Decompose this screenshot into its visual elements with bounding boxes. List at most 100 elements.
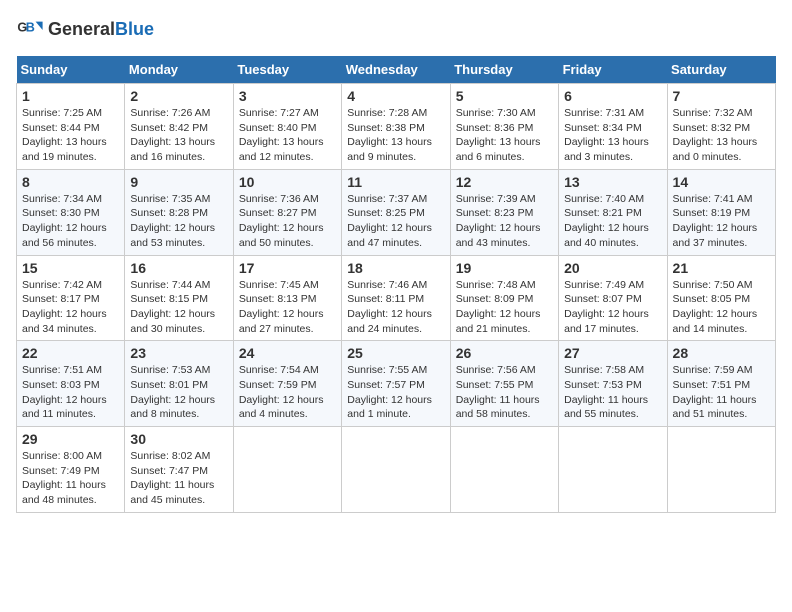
day-info: Sunrise: 7:45 AM Sunset: 8:13 PM Dayligh…: [239, 278, 336, 337]
calendar-day-23: 23 Sunrise: 7:53 AM Sunset: 8:01 PM Dayl…: [125, 341, 233, 427]
day-number: 12: [456, 174, 553, 190]
day-info: Sunrise: 7:54 AM Sunset: 7:59 PM Dayligh…: [239, 363, 336, 422]
weekday-header-row: Sunday Monday Tuesday Wednesday Thursday…: [17, 56, 776, 84]
day-info: Sunrise: 7:37 AM Sunset: 8:25 PM Dayligh…: [347, 192, 444, 251]
svg-text:B: B: [26, 20, 35, 34]
header-wednesday: Wednesday: [342, 56, 450, 84]
day-number: 17: [239, 260, 336, 276]
header-monday: Monday: [125, 56, 233, 84]
calendar-day-3: 3 Sunrise: 7:27 AM Sunset: 8:40 PM Dayli…: [233, 84, 341, 170]
day-info: Sunrise: 7:36 AM Sunset: 8:27 PM Dayligh…: [239, 192, 336, 251]
day-info: Sunrise: 7:41 AM Sunset: 8:19 PM Dayligh…: [673, 192, 770, 251]
day-number: 8: [22, 174, 119, 190]
day-number: 24: [239, 345, 336, 361]
day-number: 30: [130, 431, 227, 447]
day-info: Sunrise: 7:50 AM Sunset: 8:05 PM Dayligh…: [673, 278, 770, 337]
day-number: 19: [456, 260, 553, 276]
calendar-day-19: 19 Sunrise: 7:48 AM Sunset: 8:09 PM Dayl…: [450, 255, 558, 341]
page-header: G B GeneralBlue: [16, 16, 776, 44]
calendar-day-16: 16 Sunrise: 7:44 AM Sunset: 8:15 PM Dayl…: [125, 255, 233, 341]
empty-cell: [342, 427, 450, 513]
day-number: 15: [22, 260, 119, 276]
day-info: Sunrise: 7:30 AM Sunset: 8:36 PM Dayligh…: [456, 106, 553, 165]
day-number: 10: [239, 174, 336, 190]
calendar-day-11: 11 Sunrise: 7:37 AM Sunset: 8:25 PM Dayl…: [342, 169, 450, 255]
day-info: Sunrise: 7:58 AM Sunset: 7:53 PM Dayligh…: [564, 363, 661, 422]
day-info: Sunrise: 7:26 AM Sunset: 8:42 PM Dayligh…: [130, 106, 227, 165]
day-number: 13: [564, 174, 661, 190]
calendar-day-4: 4 Sunrise: 7:28 AM Sunset: 8:38 PM Dayli…: [342, 84, 450, 170]
calendar-week-5: 29 Sunrise: 8:00 AM Sunset: 7:49 PM Dayl…: [17, 427, 776, 513]
calendar-day-29: 29 Sunrise: 8:00 AM Sunset: 7:49 PM Dayl…: [17, 427, 125, 513]
day-info: Sunrise: 8:02 AM Sunset: 7:47 PM Dayligh…: [130, 449, 227, 508]
day-number: 11: [347, 174, 444, 190]
day-info: Sunrise: 7:35 AM Sunset: 8:28 PM Dayligh…: [130, 192, 227, 251]
calendar-day-28: 28 Sunrise: 7:59 AM Sunset: 7:51 PM Dayl…: [667, 341, 775, 427]
calendar-week-2: 8 Sunrise: 7:34 AM Sunset: 8:30 PM Dayli…: [17, 169, 776, 255]
day-number: 21: [673, 260, 770, 276]
calendar-day-30: 30 Sunrise: 8:02 AM Sunset: 7:47 PM Dayl…: [125, 427, 233, 513]
day-info: Sunrise: 7:44 AM Sunset: 8:15 PM Dayligh…: [130, 278, 227, 337]
day-number: 1: [22, 88, 119, 104]
calendar-day-13: 13 Sunrise: 7:40 AM Sunset: 8:21 PM Dayl…: [559, 169, 667, 255]
day-info: Sunrise: 7:25 AM Sunset: 8:44 PM Dayligh…: [22, 106, 119, 165]
calendar-day-17: 17 Sunrise: 7:45 AM Sunset: 8:13 PM Dayl…: [233, 255, 341, 341]
calendar-day-15: 15 Sunrise: 7:42 AM Sunset: 8:17 PM Dayl…: [17, 255, 125, 341]
day-number: 18: [347, 260, 444, 276]
day-info: Sunrise: 7:32 AM Sunset: 8:32 PM Dayligh…: [673, 106, 770, 165]
day-info: Sunrise: 7:28 AM Sunset: 8:38 PM Dayligh…: [347, 106, 444, 165]
calendar-week-1: 1 Sunrise: 7:25 AM Sunset: 8:44 PM Dayli…: [17, 84, 776, 170]
day-info: Sunrise: 7:46 AM Sunset: 8:11 PM Dayligh…: [347, 278, 444, 337]
calendar-week-4: 22 Sunrise: 7:51 AM Sunset: 8:03 PM Dayl…: [17, 341, 776, 427]
header-thursday: Thursday: [450, 56, 558, 84]
day-info: Sunrise: 7:51 AM Sunset: 8:03 PM Dayligh…: [22, 363, 119, 422]
day-number: 29: [22, 431, 119, 447]
day-number: 3: [239, 88, 336, 104]
empty-cell: [667, 427, 775, 513]
day-info: Sunrise: 7:31 AM Sunset: 8:34 PM Dayligh…: [564, 106, 661, 165]
header-friday: Friday: [559, 56, 667, 84]
calendar-day-27: 27 Sunrise: 7:58 AM Sunset: 7:53 PM Dayl…: [559, 341, 667, 427]
day-info: Sunrise: 7:59 AM Sunset: 7:51 PM Dayligh…: [673, 363, 770, 422]
logo-text: GeneralBlue: [48, 20, 154, 40]
empty-cell: [233, 427, 341, 513]
day-number: 22: [22, 345, 119, 361]
logo: G B GeneralBlue: [16, 16, 154, 44]
day-number: 5: [456, 88, 553, 104]
logo-icon: G B: [16, 16, 44, 44]
calendar-day-20: 20 Sunrise: 7:49 AM Sunset: 8:07 PM Dayl…: [559, 255, 667, 341]
day-number: 6: [564, 88, 661, 104]
empty-cell: [559, 427, 667, 513]
calendar-day-12: 12 Sunrise: 7:39 AM Sunset: 8:23 PM Dayl…: [450, 169, 558, 255]
day-number: 14: [673, 174, 770, 190]
empty-cell: [450, 427, 558, 513]
day-number: 27: [564, 345, 661, 361]
day-number: 28: [673, 345, 770, 361]
day-number: 25: [347, 345, 444, 361]
calendar-day-1: 1 Sunrise: 7:25 AM Sunset: 8:44 PM Dayli…: [17, 84, 125, 170]
calendar-day-9: 9 Sunrise: 7:35 AM Sunset: 8:28 PM Dayli…: [125, 169, 233, 255]
calendar-day-6: 6 Sunrise: 7:31 AM Sunset: 8:34 PM Dayli…: [559, 84, 667, 170]
calendar-day-22: 22 Sunrise: 7:51 AM Sunset: 8:03 PM Dayl…: [17, 341, 125, 427]
day-info: Sunrise: 7:40 AM Sunset: 8:21 PM Dayligh…: [564, 192, 661, 251]
day-number: 7: [673, 88, 770, 104]
calendar-day-8: 8 Sunrise: 7:34 AM Sunset: 8:30 PM Dayli…: [17, 169, 125, 255]
day-info: Sunrise: 8:00 AM Sunset: 7:49 PM Dayligh…: [22, 449, 119, 508]
header-tuesday: Tuesday: [233, 56, 341, 84]
day-number: 16: [130, 260, 227, 276]
day-info: Sunrise: 7:48 AM Sunset: 8:09 PM Dayligh…: [456, 278, 553, 337]
day-number: 9: [130, 174, 227, 190]
calendar-day-25: 25 Sunrise: 7:55 AM Sunset: 7:57 PM Dayl…: [342, 341, 450, 427]
calendar-day-5: 5 Sunrise: 7:30 AM Sunset: 8:36 PM Dayli…: [450, 84, 558, 170]
header-saturday: Saturday: [667, 56, 775, 84]
day-info: Sunrise: 7:34 AM Sunset: 8:30 PM Dayligh…: [22, 192, 119, 251]
calendar-day-24: 24 Sunrise: 7:54 AM Sunset: 7:59 PM Dayl…: [233, 341, 341, 427]
header-sunday: Sunday: [17, 56, 125, 84]
calendar-day-7: 7 Sunrise: 7:32 AM Sunset: 8:32 PM Dayli…: [667, 84, 775, 170]
day-number: 26: [456, 345, 553, 361]
day-number: 23: [130, 345, 227, 361]
calendar-day-18: 18 Sunrise: 7:46 AM Sunset: 8:11 PM Dayl…: [342, 255, 450, 341]
day-number: 2: [130, 88, 227, 104]
calendar-table: Sunday Monday Tuesday Wednesday Thursday…: [16, 56, 776, 513]
day-info: Sunrise: 7:42 AM Sunset: 8:17 PM Dayligh…: [22, 278, 119, 337]
